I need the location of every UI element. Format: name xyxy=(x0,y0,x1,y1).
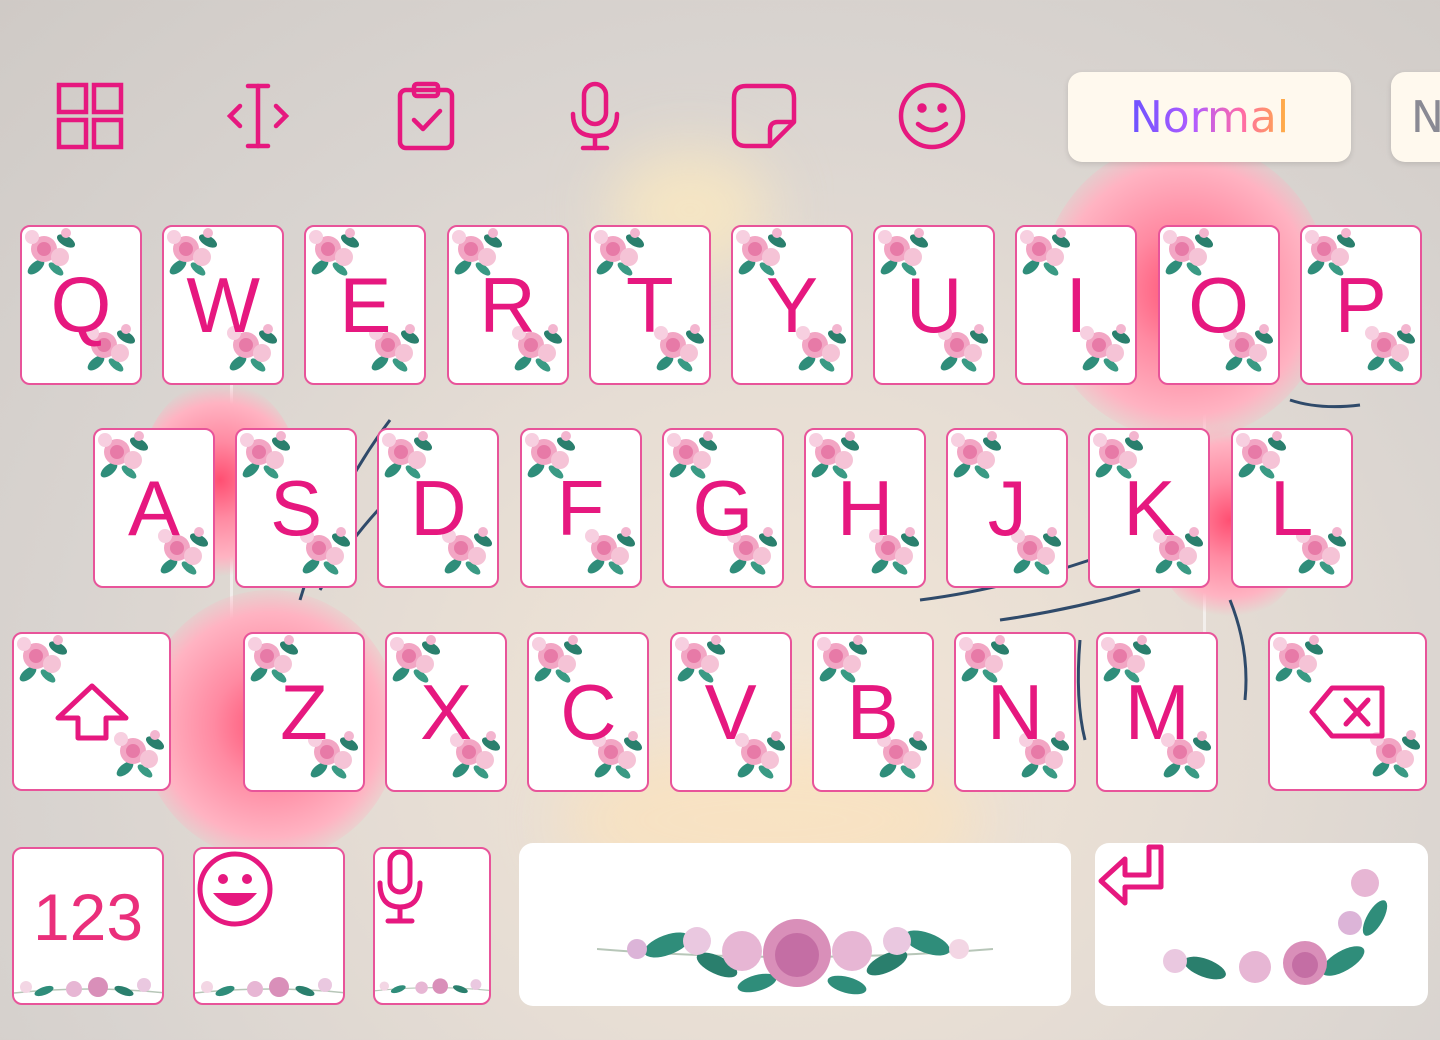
enter-key[interactable] xyxy=(1095,843,1428,1006)
chip-label: Normal xyxy=(1129,91,1290,143)
key-label: M xyxy=(1124,668,1190,756)
text-cursor-icon[interactable] xyxy=(220,78,296,154)
font-style-chip-next[interactable]: N xyxy=(1391,72,1440,162)
key-label: A xyxy=(127,464,181,552)
smiley-icon[interactable] xyxy=(894,78,970,154)
flower-border-decoration xyxy=(195,963,345,1003)
key-c[interactable]: C xyxy=(527,632,650,792)
key-label: N xyxy=(986,668,1044,756)
key-o[interactable]: O xyxy=(1157,225,1280,385)
key-y[interactable]: Y xyxy=(731,225,853,385)
key-label: I xyxy=(1065,261,1088,349)
emoji-key[interactable] xyxy=(193,847,345,1005)
key-label: F xyxy=(556,464,605,552)
backspace-key[interactable] xyxy=(1268,632,1427,791)
key-label: K xyxy=(1123,464,1176,552)
key-label: V xyxy=(704,668,757,756)
key-label: X xyxy=(420,668,473,756)
key-label: T xyxy=(625,261,674,349)
font-style-chip-normal[interactable]: Normal xyxy=(1068,72,1351,162)
flower-garland-decoration xyxy=(1163,869,1388,985)
key-d[interactable]: D xyxy=(377,428,500,588)
key-i[interactable]: I xyxy=(1015,225,1138,385)
shift-arrow-icon xyxy=(55,683,128,740)
voice-input-key[interactable] xyxy=(373,847,491,1005)
key-x[interactable]: X xyxy=(385,632,508,792)
microphone-icon xyxy=(377,849,423,924)
numbers-key[interactable]: 123 xyxy=(12,847,164,1005)
numbers-label: 123 xyxy=(32,879,144,954)
key-label: Z xyxy=(280,668,328,756)
key-label: J xyxy=(987,464,1027,552)
key-w[interactable]: W xyxy=(162,225,285,385)
key-l[interactable]: L xyxy=(1230,428,1353,588)
key-j[interactable]: J xyxy=(946,428,1069,588)
chip-label: N xyxy=(1411,91,1440,143)
key-u[interactable]: U xyxy=(873,225,996,385)
key-label: Y xyxy=(765,261,819,349)
key-f[interactable]: F xyxy=(519,428,642,588)
key-label: U xyxy=(906,261,963,349)
key-h[interactable]: H xyxy=(804,428,926,588)
key-k[interactable]: K xyxy=(1088,428,1211,588)
microphone-icon[interactable] xyxy=(557,78,633,154)
key-label: O xyxy=(1188,261,1249,349)
key-label: G xyxy=(692,464,754,552)
flower-garland-decoration xyxy=(597,919,993,995)
key-p[interactable]: P xyxy=(1299,225,1422,385)
sticker-icon[interactable] xyxy=(726,78,802,154)
key-q[interactable]: Q xyxy=(20,225,142,385)
key-r[interactable]: R xyxy=(446,225,569,385)
key-g[interactable]: G xyxy=(661,428,784,588)
key-label: P xyxy=(1334,261,1387,349)
key-label: L xyxy=(1269,464,1314,552)
key-label: E xyxy=(339,261,392,349)
key-m[interactable]: M xyxy=(1096,632,1219,792)
key-b[interactable]: B xyxy=(811,632,934,792)
key-z[interactable]: Z xyxy=(243,632,365,792)
key-s[interactable]: S xyxy=(235,428,358,588)
emoji-face-icon xyxy=(197,851,273,927)
key-label: Q xyxy=(50,261,112,349)
key-label: W xyxy=(186,261,260,349)
shift-key[interactable] xyxy=(12,632,171,791)
key-e[interactable]: E xyxy=(304,225,427,385)
key-a[interactable]: A xyxy=(93,428,215,588)
clipboard-icon[interactable] xyxy=(388,78,464,154)
key-v[interactable]: V xyxy=(669,632,792,792)
key-label: D xyxy=(410,464,467,552)
key-label: R xyxy=(479,261,536,349)
key-label: H xyxy=(836,464,894,552)
key-label: B xyxy=(846,668,899,756)
key-t[interactable]: T xyxy=(588,225,711,385)
flower-border-decoration xyxy=(375,963,491,1003)
key-n[interactable]: N xyxy=(954,632,1076,792)
flower-border-decoration xyxy=(14,963,164,1003)
grid-icon[interactable] xyxy=(52,78,128,154)
backspace-icon xyxy=(1309,685,1384,738)
space-key[interactable] xyxy=(519,843,1071,1006)
key-label: C xyxy=(560,668,617,756)
key-label: S xyxy=(270,464,323,552)
